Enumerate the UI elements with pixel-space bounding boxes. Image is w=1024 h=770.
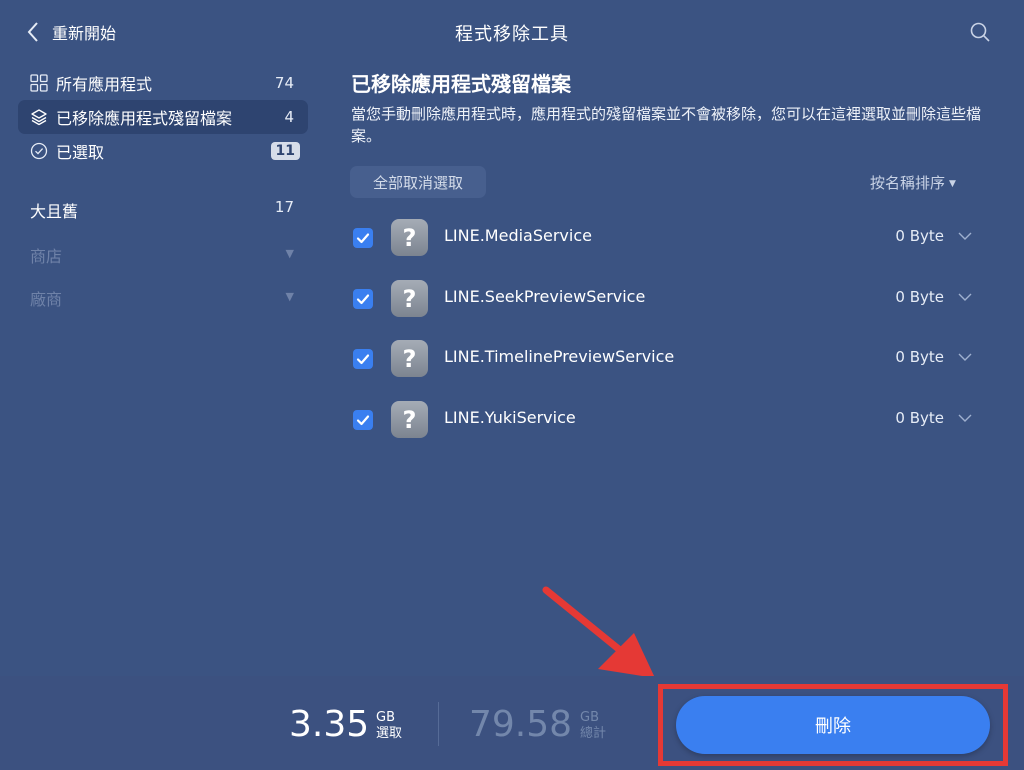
list-item[interactable]: ? LINE.SeekPreviewService 0 Byte <box>350 277 980 321</box>
checkmark-icon <box>356 415 370 426</box>
total-unit: GB <box>580 710 599 725</box>
page-title: 已移除應用程式殘留檔案 <box>351 72 571 96</box>
sidebar-item-label: 所有應用程式 <box>56 75 153 94</box>
caret-down-icon: ▼ <box>285 290 294 303</box>
checkbox[interactable] <box>353 349 373 369</box>
unknown-app-icon: ? <box>391 219 428 256</box>
sidebar: 所有應用程式 74 已移除應用程式殘留檔案 4 已選取 11 <box>18 66 308 168</box>
list-item[interactable]: ? LINE.MediaService 0 Byte <box>350 216 980 260</box>
checkbox[interactable] <box>353 410 373 430</box>
sidebar-item-all-apps[interactable]: 所有應用程式 74 <box>18 66 308 100</box>
unknown-app-icon: ? <box>391 401 428 438</box>
delete-button[interactable]: 刪除 <box>676 696 990 754</box>
chevron-down-icon[interactable] <box>958 350 972 364</box>
sidebar-item-leftovers[interactable]: 已移除應用程式殘留檔案 4 <box>18 100 308 134</box>
file-name: LINE.MediaService <box>444 226 592 245</box>
top-bar: 重新開始 程式移除工具 <box>0 0 1024 62</box>
checkmark-icon <box>356 233 370 244</box>
chevron-down-icon[interactable] <box>958 290 972 304</box>
checkbox[interactable] <box>353 228 373 248</box>
unknown-app-icon: ? <box>391 340 428 377</box>
selected-unit: GB <box>376 710 395 725</box>
file-name: LINE.YukiService <box>444 408 576 427</box>
checkmark-icon <box>356 294 370 305</box>
sidebar-group-label: 大且舊 <box>30 202 79 221</box>
divider <box>438 702 439 746</box>
selected-count-badge: 11 <box>270 142 300 160</box>
chevron-down-icon[interactable] <box>958 411 972 425</box>
file-name: LINE.SeekPreviewService <box>444 287 646 306</box>
selected-size-value: 3.35 <box>289 704 370 745</box>
check-circle-icon <box>30 142 48 160</box>
sort-by-name-dropdown[interactable]: 按名稱排序 ▼ <box>870 172 956 193</box>
sidebar-group-vendor[interactable]: 廠商 ▼ <box>30 286 300 310</box>
file-size: 0 Byte <box>895 348 944 366</box>
sidebar-item-count: 74 <box>274 74 294 92</box>
total-size-value: 79.58 <box>469 704 573 745</box>
sidebar-item-label: 已移除應用程式殘留檔案 <box>56 109 233 128</box>
grid-icon <box>30 74 48 92</box>
total-label: 總計 <box>580 726 607 741</box>
window-title: 程式移除工具 <box>455 24 569 45</box>
sidebar-item-selected[interactable]: 已選取 11 <box>18 134 308 168</box>
unknown-app-icon: ? <box>391 280 428 317</box>
sidebar-item-label: 已選取 <box>56 143 105 162</box>
file-size: 0 Byte <box>895 288 944 306</box>
total-size-unit: GB 總計 <box>580 710 606 742</box>
selected-size-unit: GB 選取 <box>376 710 402 742</box>
page-description: 當您手動刪除應用程式時，應用程式的殘留檔案並不會被移除，您可以在這裡選取並刪除這… <box>351 105 982 145</box>
sort-label: 按名稱排序 <box>870 174 946 192</box>
sidebar-group-store[interactable]: 商店 ▼ <box>30 243 300 267</box>
sidebar-item-count: 4 <box>284 108 294 126</box>
sidebar-group-large-old[interactable]: 大且舊 17 <box>30 198 300 222</box>
search-icon[interactable] <box>968 20 992 44</box>
list-item[interactable]: ? LINE.TimelinePreviewService 0 Byte <box>350 337 980 381</box>
caret-down-icon: ▼ <box>949 178 956 189</box>
list-item[interactable]: ? LINE.YukiService 0 Byte <box>350 398 980 442</box>
checkbox[interactable] <box>353 289 373 309</box>
sidebar-group-label: 商店 <box>30 247 63 266</box>
caret-down-icon: ▼ <box>285 247 294 260</box>
file-name: LINE.TimelinePreviewService <box>444 347 675 366</box>
sidebar-group-label: 廠商 <box>30 290 63 309</box>
layers-icon <box>30 108 48 126</box>
checkmark-icon <box>356 354 370 365</box>
selected-label: 選取 <box>376 726 403 741</box>
annotation-arrow-icon <box>542 586 655 678</box>
sidebar-group-count: 17 <box>274 198 294 216</box>
deselect-all-button[interactable]: 全部取消選取 <box>350 166 486 198</box>
chevron-down-icon[interactable] <box>958 229 972 243</box>
file-size: 0 Byte <box>895 409 944 427</box>
file-size: 0 Byte <box>895 227 944 245</box>
